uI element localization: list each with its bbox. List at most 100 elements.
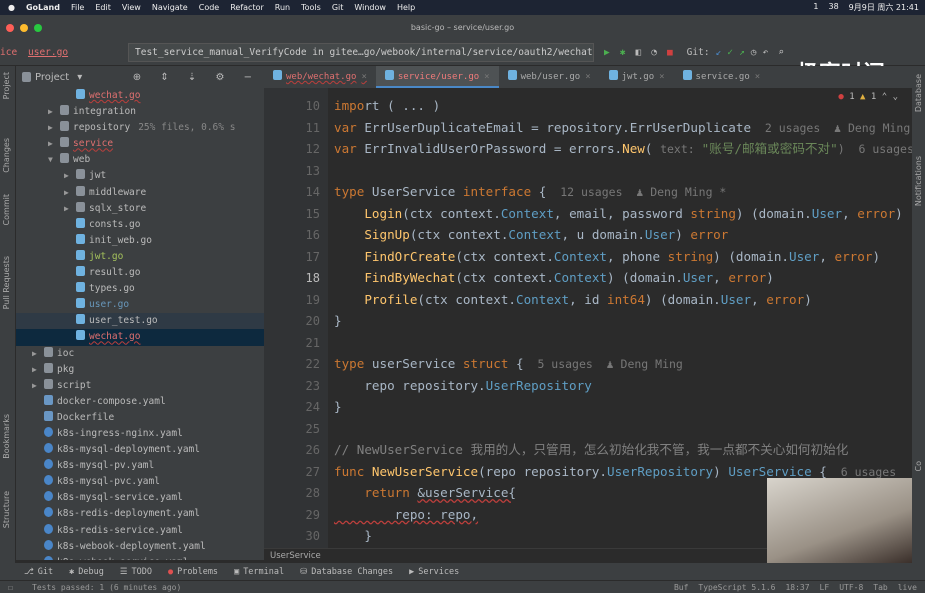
tab-web-user-go[interactable]: web/user.go × bbox=[499, 66, 600, 88]
chevron-down-icon[interactable]: ▼ bbox=[48, 152, 60, 168]
tree-item[interactable]: k8s-webook-deployment.yaml bbox=[16, 539, 264, 555]
tree-item[interactable]: init_web.go bbox=[16, 233, 264, 249]
project-title[interactable]: Project bbox=[35, 72, 69, 83]
code-line[interactable]: var ErrInvalidUserOrPassword = errors.Ne… bbox=[334, 139, 912, 159]
zoom-button[interactable] bbox=[34, 24, 42, 32]
status-live[interactable]: live bbox=[898, 583, 917, 592]
tree-item[interactable]: k8s-redis-deployment.yaml bbox=[16, 506, 264, 522]
status-18:37[interactable]: 18:37 bbox=[785, 583, 809, 592]
layout-icon[interactable]: ☐ bbox=[8, 583, 13, 592]
tool-project[interactable]: Project bbox=[2, 72, 11, 99]
chevron-right-icon[interactable]: ▶ bbox=[64, 168, 76, 184]
tool-tab-debug[interactable]: ✱ Debug bbox=[69, 567, 104, 577]
code-line[interactable]: Login(ctx context.Context, email, passwo… bbox=[334, 204, 902, 224]
code-line[interactable]: import ( ... ) bbox=[334, 96, 440, 116]
tree-item[interactable]: k8s-mysql-deployment.yaml bbox=[16, 442, 264, 458]
code-line[interactable]: repo: repo, bbox=[334, 505, 478, 525]
tab-service-go[interactable]: service.go × bbox=[674, 66, 770, 88]
tree-item[interactable]: ▶ integration bbox=[16, 104, 264, 120]
menu-run[interactable]: Run bbox=[275, 3, 290, 12]
rollback-icon[interactable]: ↶ bbox=[763, 47, 769, 58]
tool-tab-todo[interactable]: ☰ TODO bbox=[120, 567, 152, 577]
status-buf[interactable]: Buf bbox=[674, 583, 688, 592]
tree-item[interactable]: user_test.go bbox=[16, 313, 264, 330]
menu-view[interactable]: View bbox=[122, 3, 141, 12]
tree-item[interactable]: result.go bbox=[16, 265, 264, 281]
status-typescript-5-1-6[interactable]: TypeScript 5.1.6 bbox=[698, 583, 775, 592]
tree-item[interactable]: k8s-redis-service.yaml bbox=[16, 523, 264, 539]
close-tab-icon[interactable]: × bbox=[585, 72, 590, 82]
tool-structure[interactable]: Structure bbox=[2, 491, 11, 528]
tool-tab-terminal[interactable]: ▣ Terminal bbox=[234, 567, 284, 577]
code-line[interactable]: FindOrCreate(ctx context.Context, phone … bbox=[334, 247, 880, 267]
chevron-right-icon[interactable]: ▶ bbox=[48, 104, 60, 120]
tree-item[interactable]: wechat.go bbox=[16, 329, 264, 346]
tool-database[interactable]: Database bbox=[914, 74, 923, 112]
tree-item[interactable]: types.go bbox=[16, 281, 264, 297]
menu-tools[interactable]: Tools bbox=[301, 3, 321, 12]
tree-item[interactable]: ▶ repository 25% files, 0.6% s bbox=[16, 120, 264, 136]
menu-refactor[interactable]: Refactor bbox=[230, 3, 264, 12]
tool-pull-requests[interactable]: Pull Requests bbox=[2, 256, 11, 309]
tree-item[interactable]: ▶ service bbox=[16, 136, 264, 152]
code-line[interactable]: var ErrUserDuplicateEmail = repository.E… bbox=[334, 118, 910, 138]
code-line[interactable]: type UserService interface { 12 usages ♟… bbox=[334, 182, 726, 202]
code-line[interactable]: return &userService{ bbox=[334, 483, 516, 503]
close-tab-icon[interactable]: × bbox=[361, 72, 366, 82]
code-line[interactable]: // NewUserService 我用的人，只管用，怎么初始化我不管，我一点都… bbox=[334, 440, 848, 460]
tool-tab-services[interactable]: ▶ Services bbox=[409, 567, 459, 577]
code-line[interactable]: repo repository.UserRepository bbox=[334, 376, 591, 396]
minimize-button[interactable] bbox=[20, 24, 28, 32]
apple-icon[interactable]: ● bbox=[8, 3, 15, 12]
tree-item[interactable]: ▶ pkg bbox=[16, 362, 264, 378]
app-name[interactable]: GoLand bbox=[26, 3, 60, 12]
close-button[interactable] bbox=[6, 24, 14, 32]
tree-item[interactable]: ▶ script bbox=[16, 378, 264, 394]
badge[interactable]: 1 bbox=[813, 2, 818, 13]
tree-item[interactable]: k8s-mysql-pv.yaml bbox=[16, 458, 264, 474]
close-tab-icon[interactable]: × bbox=[659, 72, 664, 82]
tab-web-wechat-go[interactable]: web/wechat.go × bbox=[264, 66, 376, 88]
tree-item[interactable]: ▶ sqlx_store bbox=[16, 201, 264, 217]
tree-item[interactable]: k8s-ingress-nginx.yaml bbox=[16, 426, 264, 442]
menu-git[interactable]: Git bbox=[332, 3, 344, 12]
tree-item[interactable]: user.go bbox=[16, 297, 264, 313]
breadcrumb-prev[interactable]: ice bbox=[0, 47, 17, 58]
git-push-icon[interactable]: ↗ bbox=[739, 47, 745, 58]
tree-item[interactable]: jwt.go bbox=[16, 249, 264, 265]
code-line[interactable]: type userService struct { 5 usages ♟ Den… bbox=[334, 354, 683, 374]
menu-file[interactable]: File bbox=[71, 3, 84, 12]
code-line[interactable]: } bbox=[334, 526, 372, 546]
git-commit-icon[interactable]: ✓ bbox=[727, 47, 733, 58]
status-tab[interactable]: Tab bbox=[873, 583, 887, 592]
tree-item[interactable]: ▶ jwt bbox=[16, 168, 264, 184]
tab-jwt-go[interactable]: jwt.go × bbox=[600, 66, 674, 88]
breadcrumb-file[interactable]: user.go bbox=[28, 47, 68, 58]
close-tab-icon[interactable]: × bbox=[755, 72, 760, 82]
profile-icon[interactable]: ◔ bbox=[651, 47, 657, 58]
chevron-right-icon[interactable]: ▶ bbox=[32, 346, 44, 362]
run-configuration-select[interactable]: Test_service_manual_VerifyCode in gitee…… bbox=[128, 43, 594, 62]
history-icon[interactable]: ◷ bbox=[751, 47, 757, 58]
status-utf-8[interactable]: UTF-8 bbox=[839, 583, 863, 592]
tree-item[interactable]: consts.go bbox=[16, 217, 264, 233]
git-update-icon[interactable]: ↙ bbox=[716, 47, 722, 58]
close-tab-icon[interactable]: × bbox=[484, 72, 489, 82]
tool-tab-problems[interactable]: ● Problems bbox=[168, 567, 218, 577]
code-line[interactable]: Profile(ctx context.Context, id int64) (… bbox=[334, 290, 811, 310]
tool-tab-git[interactable]: ⎇ Git bbox=[24, 567, 53, 577]
tool-commit[interactable]: Commit bbox=[2, 194, 11, 225]
debug-icon[interactable]: ✱ bbox=[620, 47, 626, 58]
tool-tab-database-changes[interactable]: ⛁ Database Changes bbox=[300, 567, 393, 577]
tree-item[interactable]: docker-compose.yaml bbox=[16, 394, 264, 410]
inspection-widget[interactable]: ● 1 ▲ 1 ⌃ ⌄ bbox=[838, 92, 898, 102]
menu-code[interactable]: Code bbox=[199, 3, 219, 12]
tree-item[interactable]: Dockerfile bbox=[16, 410, 264, 426]
stop-icon[interactable]: ■ bbox=[667, 47, 673, 58]
tool-copilot[interactable]: Co bbox=[914, 461, 923, 471]
menu-window[interactable]: Window bbox=[354, 3, 386, 12]
chevron-right-icon[interactable]: ▶ bbox=[48, 120, 60, 136]
menu-navigate[interactable]: Navigate bbox=[152, 3, 188, 12]
tree-item[interactable]: wechat.go bbox=[16, 88, 264, 104]
chevron-right-icon[interactable]: ▶ bbox=[32, 362, 44, 378]
